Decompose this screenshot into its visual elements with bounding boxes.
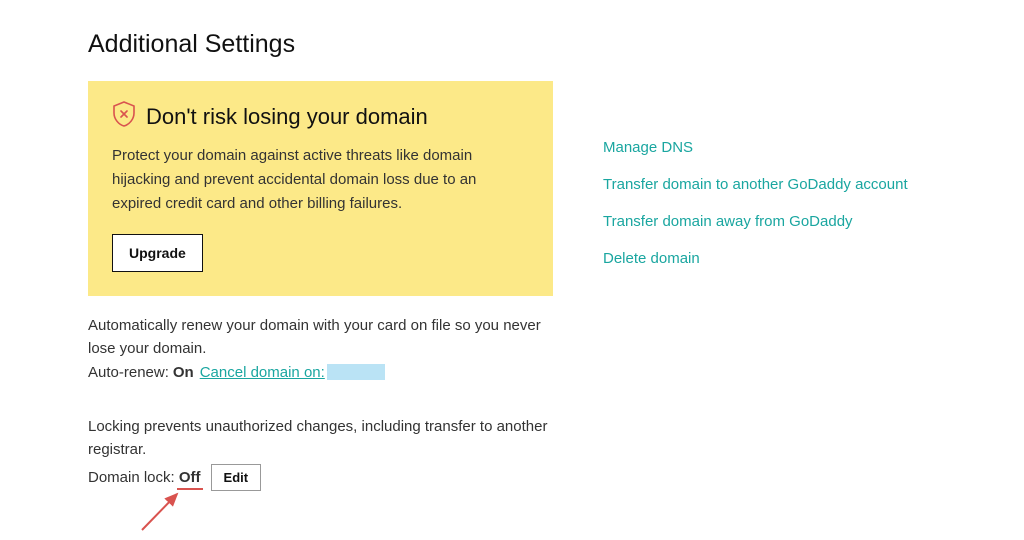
manage-dns-link[interactable]: Manage DNS <box>603 139 908 156</box>
right-column: Manage DNS Transfer domain to another Go… <box>603 81 908 491</box>
transfer-to-account-link[interactable]: Transfer domain to another GoDaddy accou… <box>603 176 908 193</box>
warning-body: Protect your domain against active threa… <box>112 144 529 216</box>
auto-renew-description: Automatically renew your domain with you… <box>88 314 553 361</box>
domain-lock-line: Domain lock: Off Edit <box>88 464 553 491</box>
action-links: Manage DNS Transfer domain to another Go… <box>603 139 908 267</box>
domain-lock-description: Locking prevents unauthorized changes, i… <box>88 415 553 462</box>
redacted-date <box>327 364 385 380</box>
edit-lock-button[interactable]: Edit <box>211 464 262 491</box>
warning-title: Don't risk losing your domain <box>146 104 428 130</box>
domain-lock-status: Off <box>179 469 201 486</box>
auto-renew-line: Auto-renew: On Cancel domain on: <box>88 364 553 381</box>
shield-alert-icon <box>112 101 136 132</box>
transfer-away-link[interactable]: Transfer domain away from GoDaddy <box>603 213 908 230</box>
left-column: Don't risk losing your domain Protect yo… <box>88 81 553 491</box>
auto-renew-status: On <box>173 364 194 381</box>
warning-header: Don't risk losing your domain <box>112 101 529 132</box>
auto-renew-label: Auto-renew: <box>88 364 169 381</box>
upgrade-button[interactable]: Upgrade <box>112 234 203 272</box>
page-title: Additional Settings <box>88 30 1024 59</box>
domain-lock-label: Domain lock: <box>88 469 175 486</box>
arrow-annotation-icon <box>52 490 182 540</box>
cancel-domain-link[interactable]: Cancel domain on: <box>200 364 325 381</box>
delete-domain-link[interactable]: Delete domain <box>603 250 908 267</box>
warning-box: Don't risk losing your domain Protect yo… <box>88 81 553 296</box>
